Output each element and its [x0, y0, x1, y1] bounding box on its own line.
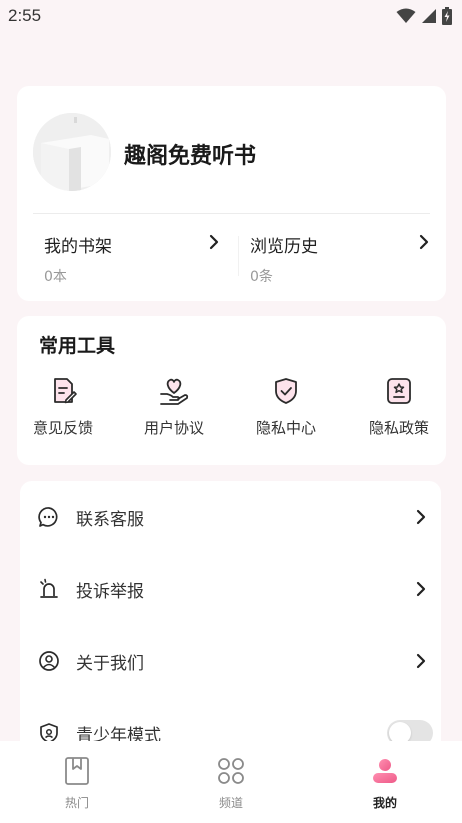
alarm-icon — [40, 578, 58, 598]
tool-feedback[interactable]: 意见反馈 — [13, 376, 113, 438]
status-time: 2:55 — [8, 6, 42, 25]
menu-label: 关于我们 — [76, 653, 144, 674]
chevron-right-icon — [416, 581, 426, 597]
avatar-image-icon — [33, 113, 111, 191]
tool-label: 隐私政策 — [368, 419, 429, 437]
menu-label: 联系客服 — [76, 509, 144, 530]
menu-item-contact-service[interactable]: 联系客服 — [20, 489, 441, 545]
chevron-right-icon — [416, 509, 426, 525]
signal-icon — [422, 9, 436, 23]
history-title: 浏览历史 — [250, 237, 318, 257]
battery-icon — [442, 7, 452, 25]
tool-privacy-policy[interactable]: 隐私政策 — [349, 376, 449, 438]
tool-label: 意见反馈 — [32, 419, 93, 437]
menu-item-about-us[interactable]: 关于我们 — [20, 633, 441, 689]
bookshelf-entry[interactable]: 我的书架 0本 — [44, 232, 224, 285]
tool-label: 用户协议 — [143, 419, 204, 437]
user-circle-icon — [39, 651, 59, 671]
menu-card: 联系客服 投诉举报 关于我们 青少年模式 — [20, 481, 441, 781]
grid-channels-icon — [218, 758, 244, 784]
profile-divider — [33, 213, 430, 214]
avatar[interactable] — [33, 113, 111, 191]
chevron-right-icon — [419, 234, 429, 250]
nav-label: 我的 — [372, 796, 397, 810]
tools-title: 常用工具 — [39, 335, 116, 357]
history-entry[interactable]: 浏览历史 0条 — [250, 232, 430, 285]
nav-label: 频道 — [218, 796, 243, 810]
policy-icon — [387, 378, 411, 404]
profile-card: 趣阁免费听书 我的书架 0本 浏览历史 0条 — [17, 86, 446, 301]
stats-divider — [238, 236, 239, 276]
status-bar: 2:55 — [0, 0, 462, 32]
bottom-nav: 热门 频道 我的 — [0, 741, 462, 823]
heart-hand-icon — [160, 378, 189, 405]
chat-bubble-icon — [38, 507, 58, 527]
nav-item-hot[interactable]: 热门 — [0, 741, 154, 823]
bookshelf-count: 0本 — [44, 269, 67, 285]
history-count: 0条 — [250, 269, 273, 285]
wifi-icon — [396, 8, 416, 23]
chevron-right-icon — [209, 234, 219, 250]
menu-item-report[interactable]: 投诉举报 — [20, 561, 441, 617]
nav-label: 热门 — [64, 796, 89, 810]
shield-check-icon — [275, 378, 297, 404]
tool-user-agreement[interactable]: 用户协议 — [124, 376, 224, 438]
nav-item-channels[interactable]: 频道 — [154, 741, 308, 823]
profile-name[interactable]: 趣阁免费听书 — [124, 138, 256, 170]
bookshelf-title: 我的书架 — [44, 237, 112, 257]
chevron-right-icon — [416, 653, 426, 669]
profile-person-icon — [373, 759, 397, 783]
feedback-icon — [54, 378, 77, 404]
status-icons — [396, 7, 452, 25]
tools-card: 常用工具 意见反馈 用户协议 隐私中心 隐私政策 — [17, 316, 446, 465]
tool-label: 隐私中心 — [255, 419, 316, 437]
tool-privacy-center[interactable]: 隐私中心 — [236, 376, 336, 438]
menu-label: 投诉举报 — [76, 581, 144, 602]
nav-item-mine[interactable]: 我的 — [308, 741, 462, 823]
bookmark-book-icon — [65, 757, 89, 785]
